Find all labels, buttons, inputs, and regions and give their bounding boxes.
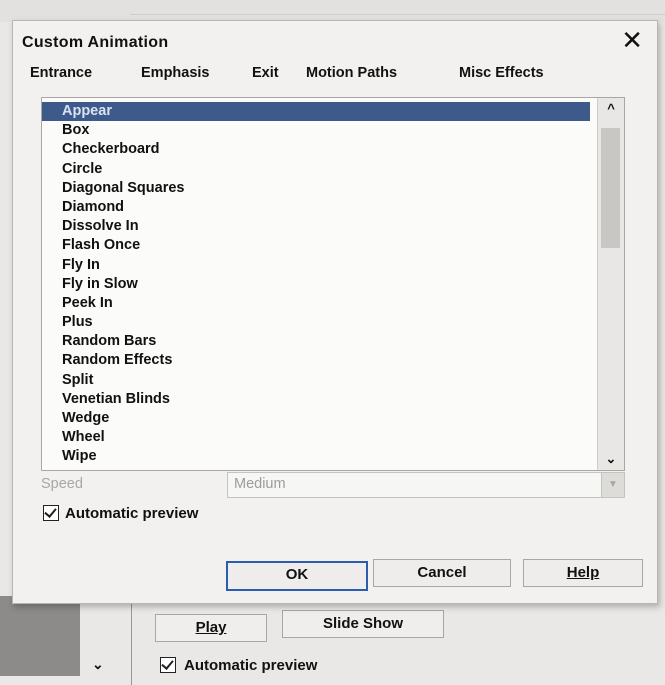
scroll-down-icon[interactable]: ⌄ [598, 448, 624, 470]
list-item[interactable]: Fly In [42, 256, 590, 275]
list-scrollbar[interactable]: ^ ⌄ [597, 98, 624, 470]
cancel-button[interactable]: Cancel [373, 559, 511, 587]
effects-list-items: Appear Box Checkerboard Circle Diagonal … [42, 102, 590, 467]
background-panel-divider [131, 596, 132, 685]
scroll-up-icon[interactable]: ^ [598, 98, 624, 120]
automatic-preview-checkbox[interactable]: Automatic preview [43, 504, 198, 522]
chevron-down-icon[interactable]: ▼ [601, 473, 624, 497]
tab-exit[interactable]: Exit [252, 65, 279, 81]
effects-list[interactable]: Appear Box Checkerboard Circle Diagonal … [41, 97, 625, 471]
list-item[interactable]: Random Bars [42, 332, 590, 351]
automatic-preview-label: Automatic preview [65, 504, 199, 522]
list-item[interactable]: Wheel [42, 428, 590, 447]
list-item[interactable]: Diamond [42, 198, 590, 217]
play-button[interactable]: Play [155, 614, 267, 642]
list-item-selected[interactable]: Appear [42, 102, 590, 122]
chevron-down-icon[interactable]: ⌄ [92, 656, 104, 673]
list-item[interactable]: Dissolve In [42, 217, 590, 236]
close-icon[interactable]: ✕ [621, 25, 643, 55]
background-divider-line [130, 14, 665, 15]
list-item[interactable]: Circle [42, 160, 590, 179]
tab-motion-paths[interactable]: Motion Paths [306, 65, 397, 81]
tab-entrance[interactable]: Entrance [30, 65, 92, 81]
ok-button[interactable]: OK [226, 561, 368, 591]
list-item[interactable]: Peek In [42, 294, 590, 313]
custom-animation-dialog: Custom Animation ✕ Entrance Emphasis Exi… [12, 20, 658, 604]
list-item[interactable]: Wedge [42, 409, 590, 428]
tab-emphasis[interactable]: Emphasis [141, 65, 210, 81]
automatic-preview-checkbox-background[interactable]: Automatic preview [160, 656, 317, 674]
tab-misc-effects[interactable]: Misc Effects [459, 65, 544, 81]
list-item[interactable]: Box [42, 121, 590, 140]
list-item[interactable]: Split [42, 371, 590, 390]
dialog-title: Custom Animation [22, 34, 169, 51]
speed-value: Medium [234, 476, 286, 492]
list-item[interactable]: Venetian Blinds [42, 390, 590, 409]
background-thumbnail [0, 596, 80, 676]
checkbox-checked-icon[interactable] [43, 505, 59, 522]
speed-label: Speed [41, 476, 83, 492]
list-item[interactable]: Flash Once [42, 236, 590, 255]
list-item[interactable]: Wipe [42, 447, 590, 466]
scrollbar-thumb[interactable] [601, 128, 620, 248]
checkbox-checked-icon[interactable] [160, 657, 176, 674]
slide-show-button[interactable]: Slide Show [282, 610, 444, 638]
list-item[interactable]: Fly in Slow [42, 275, 590, 294]
list-item[interactable]: Plus [42, 313, 590, 332]
speed-select[interactable]: Medium ▼ [227, 472, 625, 498]
background-window-top [0, 0, 665, 22]
list-item[interactable]: Diagonal Squares [42, 179, 590, 198]
automatic-preview-label: Automatic preview [184, 656, 318, 674]
help-button[interactable]: Help [523, 559, 643, 587]
list-item[interactable]: Checkerboard [42, 140, 590, 159]
list-item[interactable]: Random Effects [42, 351, 590, 370]
